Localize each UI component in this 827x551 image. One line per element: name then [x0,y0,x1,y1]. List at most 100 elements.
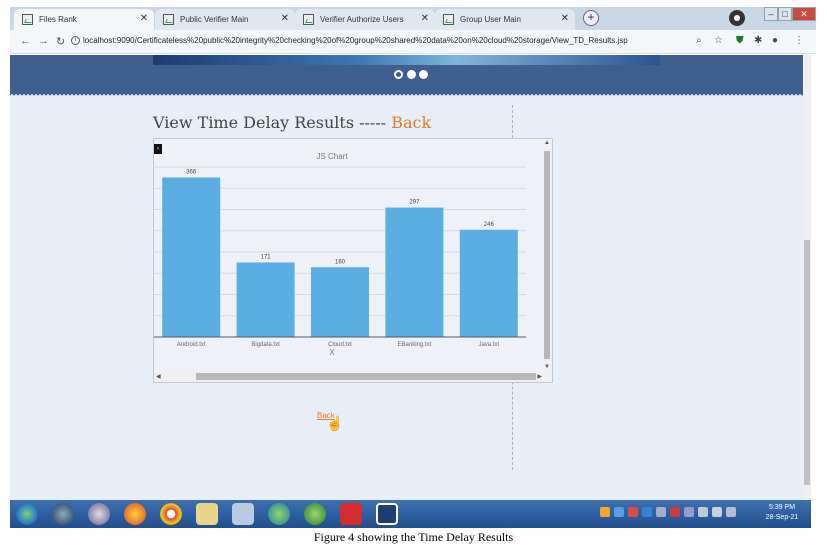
account-icon[interactable]: ● [772,35,778,46]
chrome-icon[interactable] [160,503,182,525]
page-favicon-icon [22,14,33,25]
reload-icon[interactable]: ↻ [56,35,65,48]
window-minimize-button[interactable]: – [764,7,778,21]
x-axis-label: X [329,348,335,357]
forward-arrow-icon[interactable]: → [38,35,49,47]
pdf-reader-icon[interactable] [340,503,362,525]
page-vertical-scrollbar[interactable] [803,55,811,500]
app-icon[interactable] [268,503,290,525]
bar-value-label: 171 [261,254,272,260]
tab-title: Files Rank [39,15,77,24]
tab-title: Group User Main [460,15,521,24]
bookmark-star-icon[interactable]: ☆ [714,35,723,46]
app-icon[interactable] [304,503,326,525]
slider-dot[interactable] [407,70,416,79]
hand-cursor-icon: ☝ [326,415,344,431]
scroll-up-icon[interactable]: ▲ [544,140,550,146]
page-favicon-icon [303,14,314,25]
folder-icon[interactable] [196,503,218,525]
bar-value-label: 160 [335,259,346,265]
tab-close-icon[interactable]: ✕ [140,13,148,24]
tab-files-rank[interactable]: Files Rank ✕ [14,9,154,30]
start-button-icon[interactable] [16,503,38,525]
zoom-icon[interactable]: ⌕ [696,35,702,46]
remote-desktop-icon[interactable] [376,503,398,525]
tray-icon[interactable] [670,507,680,517]
scrollbar-thumb[interactable] [804,240,810,485]
notepad-icon[interactable] [232,503,254,525]
extensions-puzzle-icon[interactable]: ✱ [754,35,762,46]
x-tick-label: Bigdata.txt [251,342,280,348]
scroll-right-icon[interactable]: ▶ [537,373,542,380]
windows-taskbar: 5:39 PM 28-Sep-21 [10,500,811,528]
browser-toolbar: ← → ↻ i localhost:9090/Certificateless%2… [10,30,816,54]
chart-frame: JS Chart 366 Android.txt 171 Bigdata.txt 160 C… [153,138,553,383]
slider-dot[interactable] [419,70,428,79]
tray-icon[interactable] [600,507,610,517]
page-title: View Time Delay Results ----- Back [153,113,431,132]
bar-chart: JS Chart366Android.txt171Bigdata.txt160C… [154,152,526,357]
network-icon[interactable] [726,507,736,517]
system-tray [600,507,750,521]
x-tick-label: Android.txt [177,342,206,348]
clock-time: 5:39 PM [768,504,796,511]
profile-icon[interactable] [729,10,745,26]
scroll-left-icon[interactable]: ◀ [156,373,161,380]
tab-title: Public Verifier Main [180,15,249,24]
bar-value-label: 297 [409,200,420,206]
tray-icon[interactable] [698,507,708,517]
page-favicon-icon [443,14,454,25]
tab-public-verifier-main[interactable]: Public Verifier Main ✕ [155,9,295,30]
banner-zigzag-edge [10,93,803,97]
volume-icon[interactable] [712,507,722,517]
header-banner [10,55,803,93]
netbeans-icon[interactable] [88,503,110,525]
shield-extension-icon[interactable]: ⛊ [736,35,744,46]
firefox-icon[interactable] [124,503,146,525]
scrollbar-thumb[interactable] [196,373,536,380]
page-title-text: View Time Delay Results ----- [153,113,387,132]
scrollbar-thumb[interactable] [544,151,550,359]
back-arrow-icon[interactable]: ← [20,35,31,47]
chart-bar [162,177,221,337]
banner-image [153,55,660,65]
page-viewport: View Time Delay Results ----- Back JS Ch… [10,55,803,500]
tray-icon[interactable] [684,507,694,517]
tab-group-user-main[interactable]: Group User Main ✕ [435,9,575,30]
window-close-button[interactable]: ✕ [792,7,816,21]
bar-value-label: 246 [484,222,495,228]
screenshot-frame: Files Rank ✕ Public Verifier Main ✕ Veri… [0,0,827,551]
chart-vertical-scrollbar[interactable]: ▲ ▼ [542,139,552,371]
x-tick-label: Java.txt [478,342,499,348]
chart-bar [385,207,444,337]
address-bar[interactable]: localhost:9090/Certificateless%20public%… [83,36,628,45]
chart-corner-icon: ‹ [154,144,162,154]
tray-icon[interactable] [628,507,638,517]
tab-verifier-authorize-users[interactable]: Verifier Authorize Users ✕ [295,9,435,30]
tab-title: Verifier Authorize Users [320,15,404,24]
tray-icon[interactable] [656,507,666,517]
chart-title: JS Chart [316,152,348,161]
page-favicon-icon [163,14,174,25]
new-tab-button[interactable]: + [583,10,599,26]
slider-dot-active[interactable] [394,70,403,79]
browser-tab-strip: Files Rank ✕ Public Verifier Main ✕ Veri… [10,7,816,30]
clock-date: 28-Sep-21 [765,514,799,521]
tab-close-icon[interactable]: ✕ [561,13,569,24]
eclipse-icon[interactable] [52,503,74,525]
menu-kebab-icon[interactable]: ⋮ [794,35,804,46]
chart-bar [236,262,295,337]
back-heading-link[interactable]: Back [391,113,431,132]
taskbar-clock[interactable]: 5:39 PM 28-Sep-21 [762,503,802,523]
tab-close-icon[interactable]: ✕ [421,13,429,24]
chart-horizontal-scrollbar[interactable]: ◀ ▶ [154,371,544,382]
chart-bar [310,267,370,337]
site-info-icon[interactable]: i [71,36,80,45]
tray-icon[interactable] [614,507,624,517]
chart-bar [459,229,518,337]
tray-icon[interactable] [642,507,652,517]
scroll-down-icon[interactable]: ▼ [544,364,550,370]
x-tick-label: EBanking.txt [398,342,432,348]
window-maximize-button[interactable]: □ [778,7,792,21]
tab-close-icon[interactable]: ✕ [281,13,289,24]
